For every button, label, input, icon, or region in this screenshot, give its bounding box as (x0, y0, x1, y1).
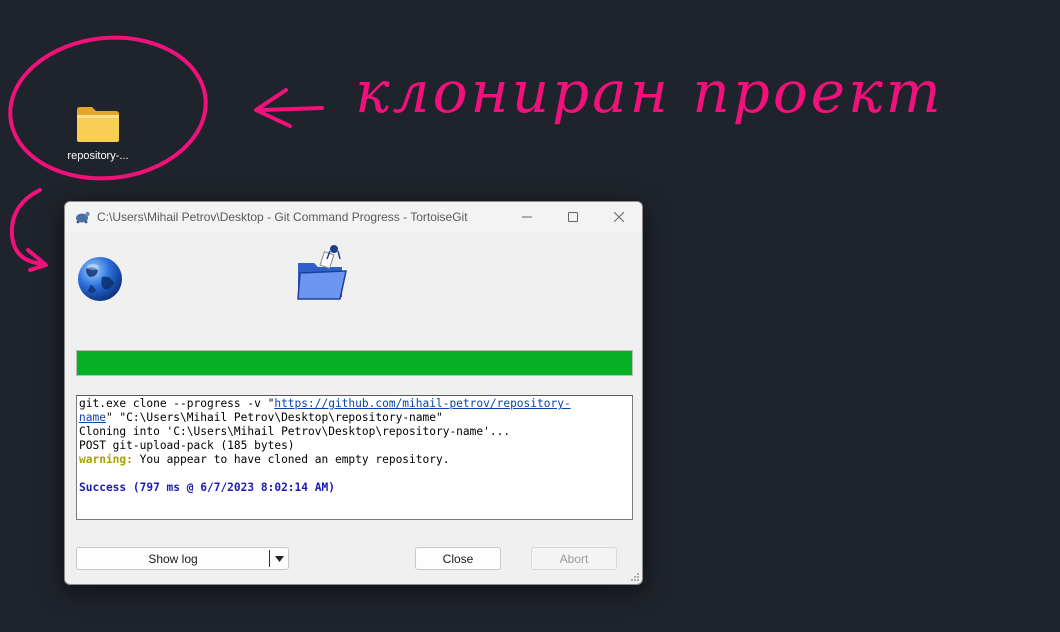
globe-icon (78, 257, 122, 301)
git-progress-dialog: C:\Users\Mihail Petrov\Desktop - Git Com… (64, 201, 643, 585)
folder-icon (77, 107, 119, 142)
show-log-split-button[interactable]: Show log (76, 547, 289, 570)
show-log-dropdown[interactable] (270, 555, 288, 562)
progress-bar (76, 350, 633, 376)
close-icon (614, 211, 624, 222)
title-bar[interactable]: C:\Users\Mihail Petrov\Desktop - Git Com… (65, 202, 642, 231)
resize-grip-icon[interactable] (630, 572, 640, 582)
annotation-curved-arrow (9, 188, 48, 272)
maximize-button[interactable] (550, 202, 596, 231)
maximize-icon (568, 211, 578, 222)
chevron-down-icon (274, 555, 284, 562)
warning-label: warning: (79, 453, 133, 466)
desktop-icon-label: repository-... (67, 150, 129, 162)
log-cmd-prefix: git.exe clone --progress -v " (79, 397, 275, 410)
log-line-blank (79, 467, 630, 481)
desktop-folder-shortcut[interactable]: repository-... (56, 104, 140, 174)
log-line-command-cont: name" "C:\Users\Mihail Petrov\Desktop\re… (79, 411, 630, 425)
close-button[interactable]: Close (415, 547, 501, 570)
log-line-post: POST git-upload-pack (185 bytes) (79, 439, 295, 452)
open-folder-icon (297, 245, 347, 300)
minimize-button[interactable] (504, 202, 550, 231)
annotation-left-arrow (254, 88, 324, 128)
transfer-animation (65, 231, 642, 349)
show-log-button[interactable]: Show log (77, 552, 269, 566)
log-line-success: Success (797 ms @ 6/7/2023 8:02:14 AM) (79, 481, 335, 494)
warning-text: You appear to have cloned an empty repos… (132, 453, 450, 466)
close-window-button[interactable] (596, 202, 642, 231)
output-log[interactable]: git.exe clone --progress -v "https://git… (76, 395, 633, 520)
repo-url-link[interactable]: https://github.com/mihail-petrov/reposit… (274, 397, 570, 410)
log-line-cloning: Cloning into 'C:\Users\Mihail Petrov\Des… (79, 425, 511, 438)
progress-fill (77, 351, 632, 375)
abort-button[interactable]: Abort (531, 547, 617, 570)
window-title: C:\Users\Mihail Petrov\Desktop - Git Com… (97, 209, 468, 224)
log-line-warning: warning: You appear to have cloned an em… (79, 453, 630, 467)
log-line-command: git.exe clone --progress -v "https://git… (79, 397, 630, 411)
tortoisegit-app-icon (76, 211, 90, 223)
minimize-icon (522, 216, 532, 217)
annotation-text: клониран проект (355, 58, 944, 126)
repo-url-link-cont[interactable]: name (79, 411, 106, 424)
log-cmd-suffix: " "C:\Users\Mihail Petrov\Desktop\reposi… (105, 411, 443, 424)
